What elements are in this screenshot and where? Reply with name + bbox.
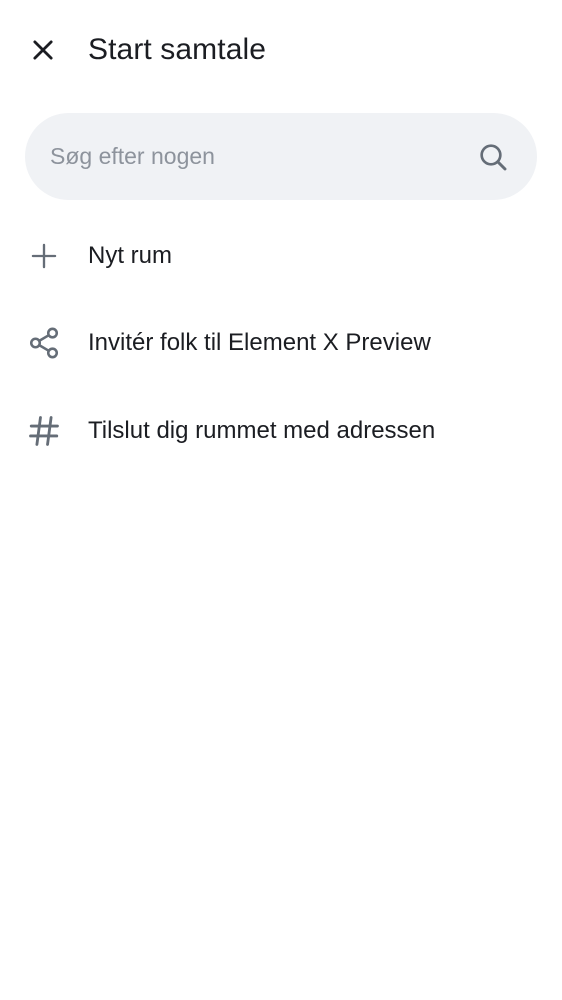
start-conversation-screen: Start samtale Nyt rum Invitér f [0, 0, 562, 1000]
page-title: Start samtale [88, 33, 267, 66]
join-room-by-address-item[interactable]: Tilslut dig rummet med adressen [0, 391, 562, 471]
invite-people-label: Invitér folk til Element X Preview [88, 329, 431, 356]
share-icon [24, 323, 64, 363]
invite-people-item[interactable]: Invitér folk til Element X Preview [0, 303, 562, 383]
search-input[interactable] [50, 113, 450, 200]
close-icon [33, 40, 53, 60]
plus-icon [24, 236, 64, 276]
new-room-label: Nyt rum [88, 242, 172, 269]
new-room-item[interactable]: Nyt rum [0, 216, 562, 296]
search-icon[interactable] [473, 137, 513, 177]
top-app-bar: Start samtale [0, 0, 562, 100]
join-room-label: Tilslut dig rummet med adressen [88, 417, 436, 444]
search-bar[interactable] [25, 113, 537, 200]
hash-icon [24, 411, 64, 451]
close-button[interactable] [19, 26, 67, 74]
